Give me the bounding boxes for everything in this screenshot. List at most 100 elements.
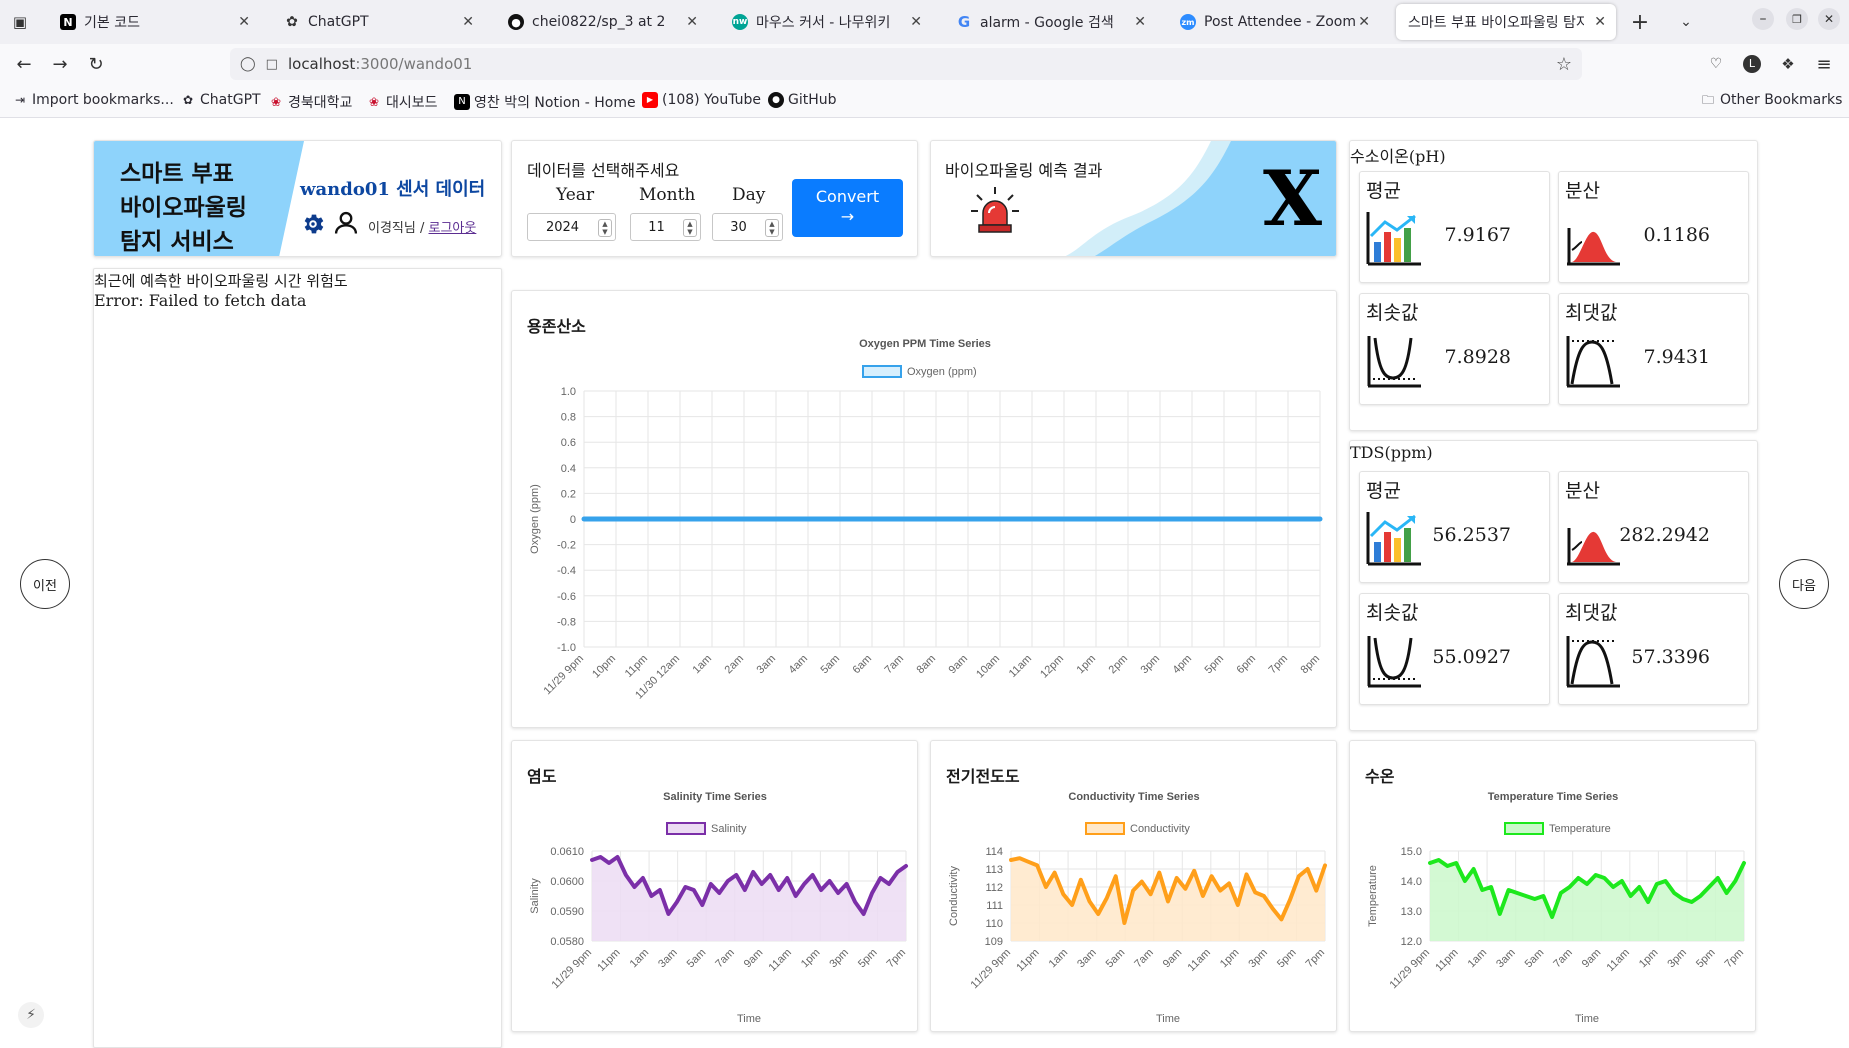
recent-risk-title: 최근에 예측한 바이오파울링 시간 위험도: [94, 272, 348, 290]
gear-icon[interactable]: [300, 211, 326, 237]
tds-min: 최솟값 55.0927: [1359, 593, 1550, 705]
close-icon[interactable]: ✕: [1134, 14, 1146, 30]
knu-icon: ❀: [270, 95, 282, 109]
x-tick-label: 3am: [754, 653, 778, 677]
day-label: Day: [732, 185, 766, 205]
distribution-icon: [1567, 528, 1620, 566]
new-tab-icon[interactable]: +: [1626, 8, 1654, 36]
stat-label: 최솟값: [1366, 602, 1419, 624]
extensions-icon[interactable]: ❖: [1774, 50, 1802, 78]
chart-title: Temperature Time Series: [1488, 791, 1618, 803]
menu-icon[interactable]: ≡: [1810, 50, 1838, 78]
x-tick-label: 11pm: [1014, 947, 1041, 974]
spinner-arrows-icon[interactable]: ▲ ▼: [598, 219, 612, 237]
tab-zoom[interactable]: zm Post Attendee - Zoom ✕: [1168, 4, 1380, 40]
chevron-down-icon[interactable]: ⌄: [1672, 8, 1700, 36]
close-icon[interactable]: ✕: [1594, 14, 1606, 30]
shield-icon[interactable]: ◯: [240, 56, 256, 72]
lightning-icon[interactable]: ⚡: [18, 1002, 44, 1028]
legend-label: Oxygen (ppm): [907, 366, 977, 378]
bookmark-label: Import bookmarks...: [32, 92, 174, 108]
x-tick-label: 4pm: [1170, 653, 1194, 677]
sensor-title: wando01 센서 데이터: [300, 179, 486, 200]
stat-label: 최댓값: [1565, 302, 1618, 324]
select-title: 데이터를 선택해주세요: [527, 161, 680, 180]
close-icon[interactable]: ✕: [910, 14, 922, 30]
notion-icon: N: [454, 94, 470, 110]
prev-button[interactable]: 이전: [20, 559, 70, 609]
forward-icon[interactable]: →: [46, 50, 74, 78]
chart-title: Conductivity Time Series: [1068, 791, 1199, 803]
spinner-arrows-icon[interactable]: ▲ ▼: [765, 219, 779, 237]
x-tick-label: 11am: [1186, 947, 1213, 974]
y-tick-label: 0.2: [561, 488, 576, 500]
close-window-icon[interactable]: ✕: [1818, 8, 1840, 30]
other-bookmarks[interactable]: 🗀 Other Bookmarks: [1700, 92, 1842, 108]
close-icon[interactable]: ✕: [238, 14, 250, 30]
year-input[interactable]: 2024 ▲ ▼: [527, 213, 616, 241]
tab-notion[interactable]: N 기본 코드 ✕: [48, 4, 260, 40]
y-tick-label: 0.0600: [550, 876, 584, 888]
chart-title: Oxygen PPM Time Series: [859, 338, 991, 350]
x-tick-label: 5am: [685, 947, 709, 971]
knu-icon: ❀: [368, 95, 380, 109]
y-tick-label: 113: [985, 864, 1003, 876]
x-tick-label: 10am: [974, 653, 1002, 681]
bookmark-dashboard[interactable]: ❀ 대시보드: [366, 92, 438, 112]
tab-chatgpt[interactable]: ✿ ChatGPT ✕: [272, 4, 484, 40]
tab-smart-buoy[interactable]: 스마트 부표 바이오파울링 탐지 ✕: [1396, 4, 1616, 40]
bookmark-knu[interactable]: ❀ 경북대학교: [268, 92, 352, 112]
stat-value: 7.8928: [1444, 346, 1511, 368]
next-button[interactable]: 다음: [1779, 559, 1829, 609]
close-icon[interactable]: ✕: [1358, 14, 1370, 30]
minimum-curve-icon: [1367, 636, 1421, 688]
month-value: 11: [648, 219, 665, 235]
year-value: 2024: [545, 219, 580, 235]
account-icon[interactable]: L: [1738, 50, 1766, 78]
legend-swatch: [1504, 822, 1544, 835]
logout-link[interactable]: 로그아웃: [429, 221, 477, 236]
bookmark-youtube[interactable]: ▶ (108) YouTube: [642, 92, 761, 108]
month-input[interactable]: 11 ▲ ▼: [630, 213, 701, 241]
bookmark-github[interactable]: ● GitHub: [768, 92, 837, 108]
close-icon[interactable]: ✕: [462, 14, 474, 30]
x-tick-label: 3am: [1494, 947, 1518, 971]
y-tick-label: 0.0590: [550, 906, 584, 918]
convert-button[interactable]: Convert →: [792, 179, 903, 237]
tab-google[interactable]: G alarm - Google 검색 ✕: [944, 4, 1156, 40]
y-tick-label: 111: [986, 900, 1003, 912]
y-tick-label: 0.0610: [550, 846, 584, 858]
bookmark-chatgpt[interactable]: ✿ ChatGPT: [180, 92, 261, 108]
day-input[interactable]: 30 ▲ ▼: [712, 213, 783, 241]
x-tick-label: 5pm: [1275, 947, 1299, 971]
stat-value: 55.0927: [1432, 646, 1511, 668]
bookmark-label: 대시보드: [386, 95, 438, 111]
bookmark-import[interactable]: ⇥ Import bookmarks...: [12, 92, 174, 108]
tab-namuwiki[interactable]: nw 마우스 커서 - 나무위키 ✕: [720, 4, 932, 40]
spinner-arrows-icon[interactable]: ▲ ▼: [683, 219, 697, 237]
tab-github[interactable]: ● chei0822/sp_3 at 2 ✕: [496, 4, 708, 40]
convert-label: Convert: [815, 187, 880, 206]
close-icon[interactable]: ✕: [686, 14, 698, 30]
y-tick-label: -0.2: [557, 540, 576, 552]
ph-variance: 분산 0.1186: [1558, 171, 1749, 283]
ph-title: 수소이온(pH): [1350, 147, 1446, 166]
tab-overview-icon[interactable]: ▣: [6, 8, 34, 36]
x-tick-label: 5pm: [1694, 947, 1718, 971]
bookmark-notion[interactable]: N 영찬 박의 Notion - Home: [454, 92, 636, 112]
restore-icon[interactable]: ❐: [1786, 8, 1808, 30]
reload-icon[interactable]: ↻: [82, 50, 110, 78]
x-tick-label: 7am: [713, 947, 737, 971]
pocket-icon[interactable]: ♡: [1702, 50, 1730, 78]
x-tick-label: 5am: [818, 653, 842, 677]
x-tick-label: 1pm: [799, 947, 823, 971]
google-icon: G: [957, 13, 971, 31]
minimize-icon[interactable]: –: [1752, 8, 1774, 30]
y-tick-label: 0: [570, 514, 576, 526]
bookmark-star-icon[interactable]: ☆: [1556, 54, 1572, 75]
back-icon[interactable]: ←: [10, 50, 38, 78]
tds-max: 최댓값 57.3396: [1558, 593, 1749, 705]
user-icon[interactable]: [332, 209, 360, 237]
url-bar[interactable]: ◯ □ localhost:3000/wando01 ☆: [230, 48, 1582, 80]
y-tick-label: 112: [985, 882, 1003, 894]
